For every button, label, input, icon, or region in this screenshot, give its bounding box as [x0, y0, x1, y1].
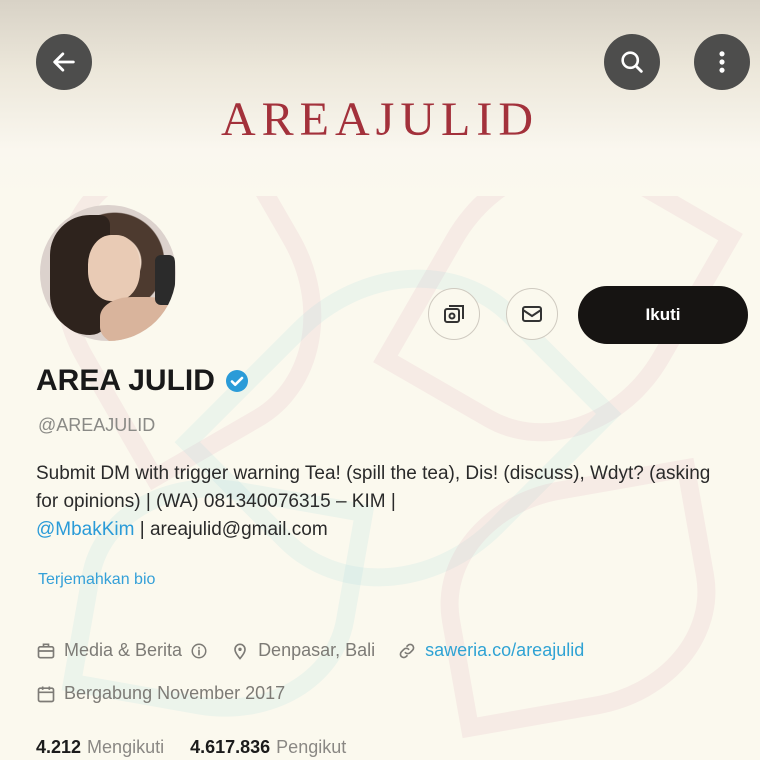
back-button[interactable] [36, 34, 92, 90]
message-button[interactable] [506, 288, 558, 340]
followers-count: 4.617.836 [190, 737, 271, 757]
display-name-row: AREA JULID [36, 364, 249, 398]
profile-bio: Submit DM with trigger warning Tea! (spi… [36, 460, 736, 544]
back-arrow-icon [53, 52, 75, 72]
profile-meta-row: Media & Berita Denpasar, Bali saweria.co… [36, 640, 606, 661]
more-options-button[interactable] [694, 34, 750, 90]
following-stat[interactable]: 4.212 Mengikuti [36, 737, 164, 758]
joined-item: Bergabung November 2017 [36, 683, 285, 704]
search-button[interactable] [604, 34, 660, 90]
followers-stat[interactable]: 4.617.836 Pengikut [190, 737, 346, 758]
more-vertical-icon [719, 51, 725, 73]
follow-button[interactable]: Ikuti [578, 286, 748, 344]
avatar[interactable] [40, 205, 176, 341]
following-count: 4.212 [36, 737, 82, 757]
joined-label: Bergabung November 2017 [64, 683, 286, 703]
profile-banner: AREAJULID [0, 0, 760, 196]
display-name: AREA JULID [36, 364, 215, 397]
location-label: Denpasar, Bali [258, 640, 376, 660]
follow-stats: 4.212 Mengikuti 4.617.836 Pengikut [36, 737, 346, 758]
bio-email-text: | areajulid@gmail.com [134, 519, 328, 540]
location-pin-icon [234, 643, 246, 660]
link-icon [399, 643, 415, 658]
category-label: Media & Berita [64, 640, 183, 660]
followers-label: Pengikut [276, 737, 347, 757]
following-label: Mengikuti [87, 737, 165, 757]
notifications-button[interactable] [428, 288, 480, 340]
location-item: Denpasar, Bali [230, 640, 375, 661]
category-item: Media & Berita [36, 640, 208, 661]
verified-badge-icon [225, 370, 248, 392]
search-icon [621, 51, 643, 73]
info-icon[interactable] [190, 642, 208, 660]
website-link[interactable]: saweria.co/areajulid [425, 640, 584, 661]
calendar-icon [37, 686, 55, 702]
translate-bio-link[interactable]: Terjemahkan bio [38, 571, 155, 589]
bio-text: Submit DM with trigger warning Tea! (spi… [36, 463, 711, 512]
user-handle: @AREAJULID [38, 415, 156, 435]
website-item[interactable]: saweria.co/areajulid [397, 640, 584, 661]
bio-mention-link[interactable]: @MbakKim [36, 519, 134, 540]
notification-bell-icon [444, 305, 464, 323]
briefcase-icon [37, 643, 55, 658]
banner-title: AREAJULID [221, 93, 539, 146]
joined-row: Bergabung November 2017 [36, 683, 307, 704]
mail-icon [522, 306, 542, 322]
